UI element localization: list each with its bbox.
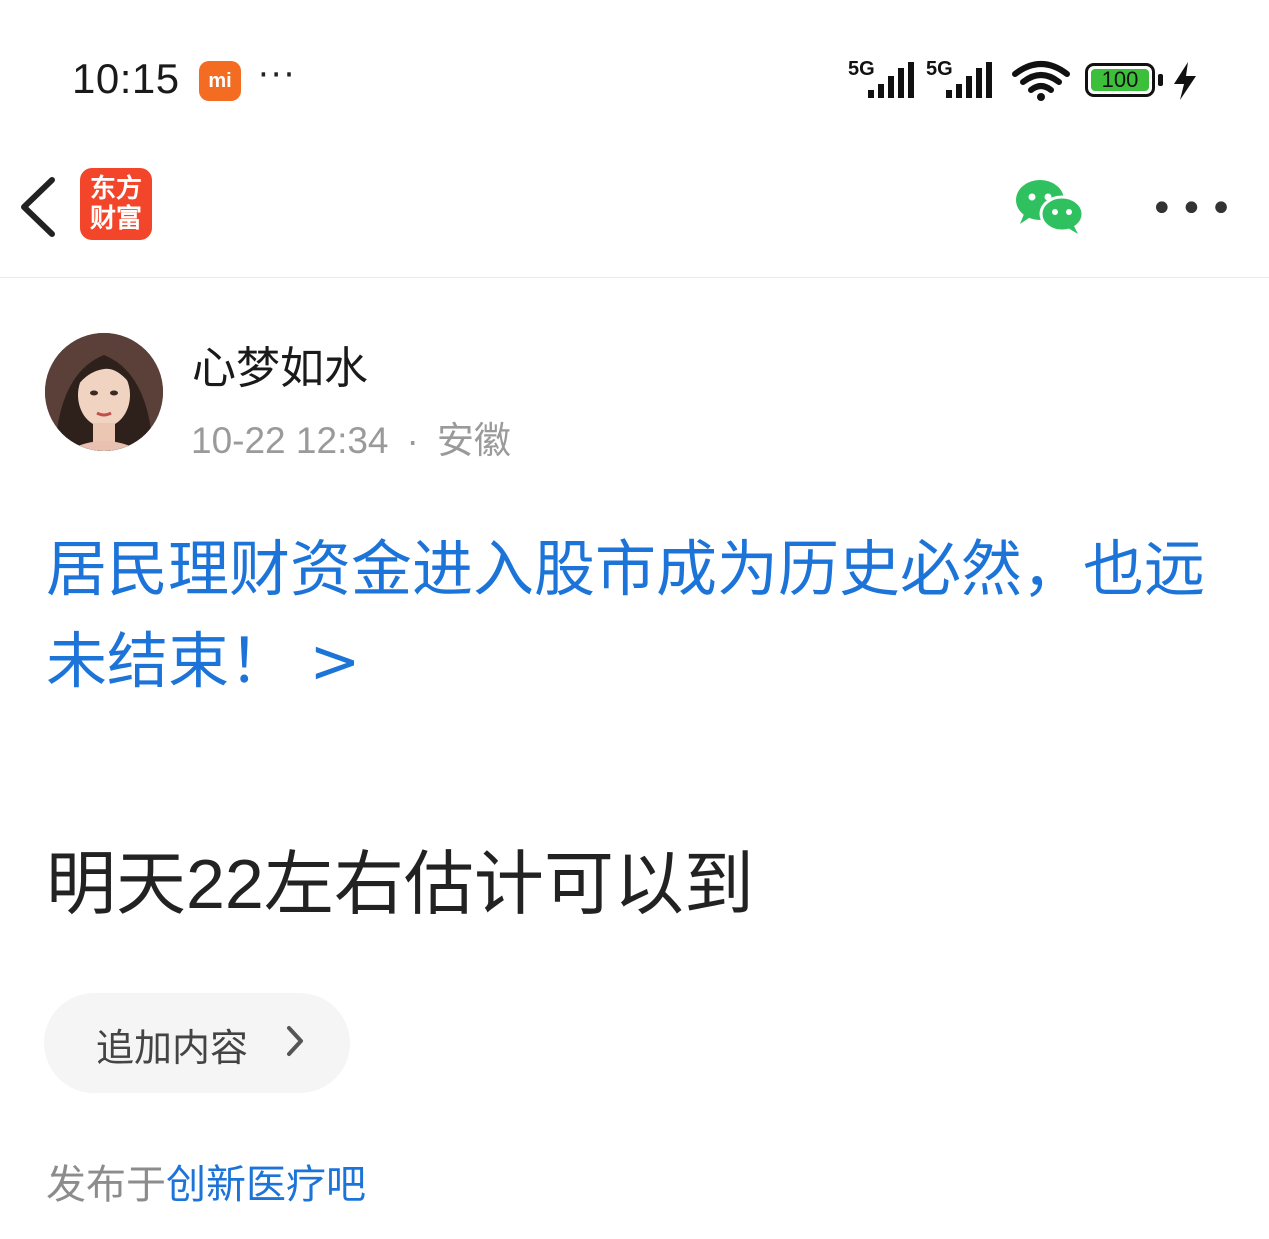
wifi-icon — [1012, 60, 1070, 106]
status-time: 10:15 — [72, 55, 180, 102]
back-button[interactable] — [14, 174, 64, 244]
logo-text-line2: 财富 — [89, 204, 142, 234]
post-date: 10-22 12:34 — [191, 420, 389, 461]
post-meta: 10-22 12:34 · 安徽 — [191, 410, 511, 464]
battery-icon: 100 — [1085, 63, 1155, 97]
wechat-share-icon[interactable] — [1014, 178, 1086, 240]
posted-prefix: 发布于 — [46, 1162, 166, 1208]
battery-percent: 100 — [1101, 67, 1139, 92]
chevron-left-icon — [21, 177, 55, 237]
linked-article-title[interactable]: 居民理财资金进入股市成为历史必然，也远未结束！ > — [46, 524, 1226, 708]
chevron-right-icon — [284, 1023, 306, 1063]
app-logo[interactable]: 东方 财富 — [80, 168, 152, 240]
post-body: 明天22左右估计可以到 — [46, 845, 754, 923]
add-content-button[interactable]: 追加内容 — [44, 993, 350, 1093]
post-location: 安徽 — [436, 420, 511, 461]
avatar[interactable] — [45, 333, 163, 451]
more-options-button[interactable]: ••• — [1150, 186, 1239, 232]
more-notifications-icon: ··· — [258, 55, 297, 95]
posted-in: 发布于创新医疗吧 — [46, 1152, 366, 1210]
charging-icon — [1172, 62, 1198, 104]
add-content-label: 追加内容 — [96, 1026, 249, 1070]
forum-link[interactable]: 创新医疗吧 — [166, 1162, 366, 1208]
mi-notification-icon: mi — [199, 61, 241, 101]
battery-tip — [1158, 74, 1163, 86]
nav-bar: 东方 财富 ••• — [0, 160, 1269, 278]
meta-separator: · — [406, 420, 419, 461]
logo-text-line1: 东方 — [89, 174, 142, 204]
author-name[interactable]: 心梦如水 — [192, 332, 368, 396]
status-bar: 10:15 mi ··· 5G 5G 100 — [0, 0, 1269, 160]
